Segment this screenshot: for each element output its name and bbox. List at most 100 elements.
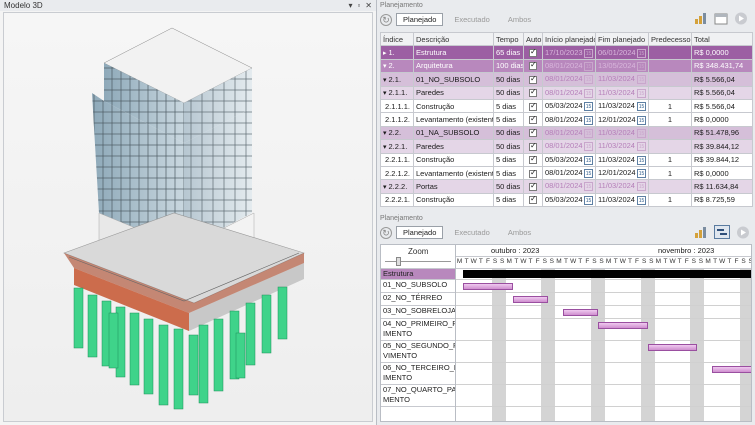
cell-descricao[interactable]: 01_NA_SUBSOLO [413,125,494,141]
calendar-icon[interactable]: 15 [637,115,646,125]
cell-predecessor[interactable] [648,58,692,74]
cell-predecessor[interactable] [648,45,692,60]
bar-chart-icon[interactable] [694,226,708,239]
cell-fim[interactable]: 11/03/2024 15 [595,125,649,141]
cell-tempo[interactable]: 50 dias [493,139,524,154]
calendar-icon[interactable]: 15 [584,155,593,165]
dropdown-icon[interactable]: ▾ [348,0,352,11]
auto-checkbox[interactable] [529,114,537,125]
cell-predecessor[interactable]: 1 [648,98,692,114]
gantt-task-label[interactable]: Estrutura [381,269,455,280]
cell-fim[interactable]: 11/03/2024 15 [595,152,649,167]
cell-inicio[interactable]: 08/01/2024 15 [542,139,596,154]
col-total[interactable]: Total [691,31,753,47]
cell-predecessor[interactable]: 1 [648,112,692,127]
table-row[interactable]: 2.2.2.1.Construção5 dias05/03/20241511/0… [380,192,753,208]
auto-checkbox[interactable] [529,101,537,111]
cell-predecessor[interactable]: 1 [648,152,692,167]
cell-predecessor[interactable] [648,125,692,141]
cell-inicio[interactable]: 08/01/2024 15 [542,112,596,127]
auto-checkbox[interactable] [529,74,537,84]
refresh-icon[interactable]: ↻ [380,226,392,239]
gantt-timeline[interactable]: outubro : 2023 novembro : 2023 MTWTFSSMT… [456,245,751,421]
col-indice[interactable]: Índice [380,31,414,47]
table-row[interactable]: 2.2.1.2.Levantamento (existente)5 dias 08… [380,165,753,181]
tab-ambos[interactable]: Ambos [501,226,538,239]
cell-inicio[interactable]: 08/01/2024 15 [542,72,596,87]
gantt-task-bar[interactable] [647,344,698,351]
expand-toggle-icon[interactable]: ▾ [383,184,387,191]
cell-inicio[interactable]: 05/03/2024 15 [542,192,596,208]
cell-tempo[interactable]: 5 dias [493,152,524,167]
calendar-icon[interactable]: 15 [584,75,593,85]
calendar-icon[interactable]: 15 [584,88,593,98]
expand-toggle-icon[interactable]: ▾ [383,130,387,137]
float-icon[interactable]: ▫ [357,0,360,11]
gantt-task-label[interactable]: 04_NO_PRIMEIRO_PAVIMENTO [381,319,455,341]
cell-descricao[interactable]: Levantamento (existente) [413,112,494,127]
table-row[interactable]: ▾2.2.2.Portas50 dias08/01/20241511/03/20… [380,179,753,194]
calendar-icon[interactable]: 15 [584,102,593,112]
cell-fim[interactable]: 11/03/2024 15 [595,192,649,208]
gantt-task-label[interactable]: 03_NO_SOBRELOJA [381,306,455,319]
table-row[interactable]: ▾2.Arquitetura100 dias08/01/20241513/05/… [380,58,753,74]
calendar-icon[interactable]: 15 [637,75,646,85]
cell-tempo[interactable]: 50 dias [493,125,524,141]
gantt-task-bar[interactable] [463,283,513,290]
cell-tempo[interactable]: 5 dias [493,165,524,181]
expand-toggle-icon[interactable]: ▾ [383,77,387,84]
bar-chart-icon[interactable] [694,12,708,25]
3d-viewport[interactable] [3,12,373,422]
cell-descricao[interactable]: Paredes [413,85,494,100]
calendar-icon[interactable]: 15 [637,128,646,138]
col-fim[interactable]: Fim planejado [595,31,649,47]
table-row[interactable]: 2.1.1.1.Construção5 dias05/03/20241511/0… [380,98,753,114]
expand-toggle-icon[interactable]: ▾ [383,144,387,151]
cell-tempo[interactable]: 50 dias [493,85,524,100]
expand-toggle-icon[interactable]: ▾ [383,90,387,97]
cell-fim[interactable]: 11/03/2024 15 [595,179,649,194]
cell-fim[interactable]: 12/01/2024 15 [595,112,649,127]
cell-predecessor[interactable] [648,179,692,194]
cell-descricao[interactable]: Construção [413,152,494,167]
gantt-task-label[interactable]: 07_NO_QUARTO_PAVI MENTO [381,385,455,407]
calendar-icon[interactable]: 15 [584,182,593,192]
cell-fim[interactable]: 13/05/2024 15 [595,58,649,74]
cell-fim[interactable]: 12/01/2024 15 [595,165,649,181]
cell-predecessor[interactable]: 1 [648,165,692,181]
tab-planejado[interactable]: Planejado [396,13,444,26]
cell-tempo[interactable]: 50 dias [493,179,524,194]
cell-fim[interactable]: 06/01/2024 15 [595,45,649,60]
table-row[interactable]: ▾2.1.01_NO_SUBSOLO50 dias08/01/20241511/… [380,72,753,87]
table-row[interactable]: 2.1.1.2.Levantamento (existente)5 dias 08… [380,112,753,127]
cell-descricao[interactable]: 01_NO_SUBSOLO [413,72,494,87]
auto-checkbox[interactable] [529,87,537,98]
table-row[interactable]: ▾2.2.1.Paredes50 dias08/01/20241511/03/2… [380,139,753,154]
gantt-task-bar[interactable] [562,309,598,316]
auto-checkbox[interactable] [529,194,537,205]
gantt-task-label[interactable]: 02_NO_TÉRREO [381,293,455,306]
gantt-task-label[interactable]: 06_NO_TERCEIRO_PAVIMENTO [381,363,455,385]
calendar-icon[interactable]: 15 [584,61,593,71]
col-predecessor[interactable]: Predecessor [648,31,692,47]
cell-fim[interactable]: 11/03/2024 15 [595,72,649,87]
table-row[interactable]: ▸1.Estrutura65 dias17/10/20231506/01/202… [380,45,753,60]
cell-inicio[interactable]: 17/10/2023 15 [542,45,596,60]
cell-tempo[interactable]: 100 dias [493,58,524,74]
cell-descricao[interactable]: Estrutura [413,45,494,60]
calendar-icon[interactable]: 15 [637,88,646,98]
close-icon[interactable]: ✕ [365,0,372,11]
cell-inicio[interactable]: 08/01/2024 15 [542,85,596,100]
auto-checkbox[interactable] [529,127,537,138]
cell-descricao[interactable]: Construção [413,192,494,208]
play-icon[interactable] [734,12,748,25]
cell-fim[interactable]: 11/03/2024 15 [595,98,649,114]
calendar-icon[interactable]: 15 [637,195,646,205]
gantt-task-bar[interactable] [598,322,648,329]
cell-inicio[interactable]: 05/03/2024 15 [542,152,596,167]
cell-descricao[interactable]: Paredes [413,139,494,154]
table-row[interactable]: ▾2.1.1.Paredes50 dias08/01/20241511/03/2… [380,85,753,100]
expand-toggle-icon[interactable]: ▸ [383,50,387,57]
table-row[interactable]: ▾2.2.01_NA_SUBSOLO50 dias08/01/20241511/… [380,125,753,141]
calendar-icon[interactable]: 15 [584,169,593,179]
